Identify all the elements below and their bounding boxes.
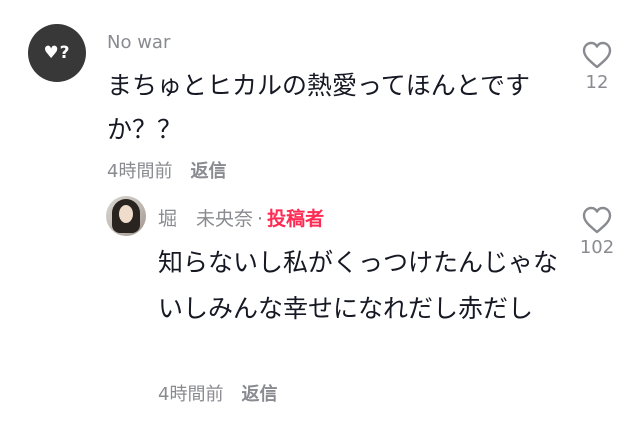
reply-meta: 4時間前 返信 bbox=[158, 380, 277, 406]
avatar-placeholder-text: ♥? bbox=[43, 43, 71, 63]
author-avatar[interactable] bbox=[106, 196, 146, 236]
reply-body: 知らないし私がくっつけたんじゃないしみんな幸せになれだし赤だし bbox=[158, 248, 559, 323]
reply-timestamp: 4時間前 bbox=[158, 384, 224, 405]
commenter-avatar[interactable]: ♥? bbox=[28, 24, 86, 82]
avatar-face-shape bbox=[119, 205, 133, 223]
comment-like-count: 12 bbox=[585, 72, 609, 93]
comment-meta: 4時間前 返信 bbox=[107, 157, 226, 183]
reply-like-count: 102 bbox=[579, 237, 615, 258]
reply-reply-button[interactable]: 返信 bbox=[241, 384, 277, 405]
comment-like-button[interactable]: 12 bbox=[572, 40, 622, 93]
username-separator: · bbox=[257, 208, 264, 230]
comment-reply-button[interactable]: 返信 bbox=[190, 161, 226, 182]
author-badge: 投稿者 bbox=[267, 208, 325, 230]
reply-username[interactable]: 堀 未央奈 bbox=[158, 208, 253, 230]
commenter-username[interactable]: No war bbox=[107, 32, 170, 53]
comment-thread: ♥? No war まちゅとヒカルの熱愛ってほんとですか？？ 4時間前 返信 12… bbox=[0, 0, 640, 434]
comment-timestamp: 4時間前 bbox=[107, 161, 173, 182]
reply-like-button[interactable]: 102 bbox=[572, 205, 622, 258]
reply-username-row: 堀 未央奈 · 投稿者 bbox=[158, 204, 324, 231]
heart-outline-icon bbox=[582, 41, 612, 69]
comment-body: まちゅとヒカルの熱愛ってほんとですか？？ bbox=[107, 71, 531, 144]
heart-outline-icon bbox=[582, 206, 612, 234]
